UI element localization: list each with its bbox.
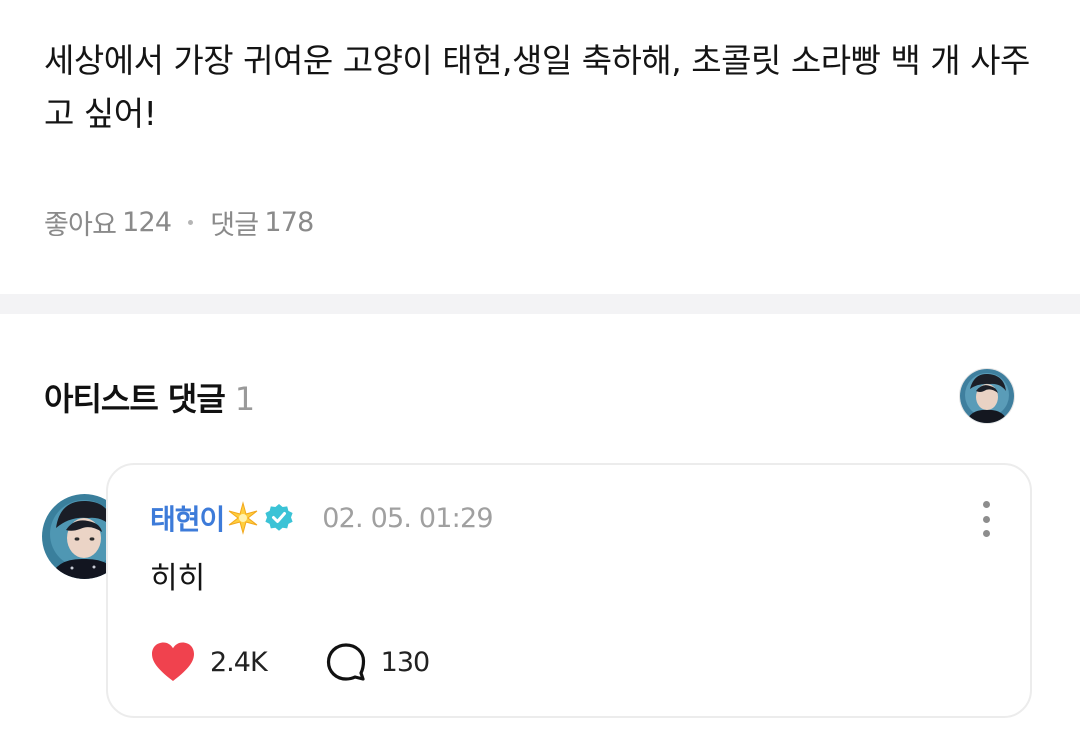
like-count: 2.4K	[210, 646, 268, 678]
like-button[interactable]: 2.4K	[150, 641, 268, 683]
separator-dot	[188, 220, 194, 225]
comment-header: 태현이 02. 05. 01:29	[150, 498, 494, 538]
reply-button[interactable]: 130	[325, 642, 430, 682]
sparkle-star-icon	[228, 501, 258, 535]
artist-comments-heading: 아티스트 댓글 1	[44, 374, 255, 420]
post-text: 세상에서 가장 귀여운 고양이 태현,생일 축하해, 초콜릿 소라빵 백 개 사…	[44, 41, 1030, 133]
more-vertical-icon	[982, 501, 990, 508]
comment-author[interactable]: 태현이	[150, 498, 225, 538]
artist-comment-card: 태현이 02. 05. 01:29 히히 2.4K 130	[106, 463, 1032, 718]
more-dot	[982, 530, 990, 537]
post-stats: 좋아요 124 댓글 178	[44, 203, 314, 242]
heart-icon	[152, 642, 194, 681]
artist-comments-title: 아티스트 댓글	[44, 380, 226, 418]
more-options-button[interactable]	[974, 499, 998, 539]
likes-count[interactable]: 124	[122, 207, 172, 238]
speech-bubble-icon	[326, 643, 365, 681]
comments-count[interactable]: 178	[264, 207, 314, 238]
likes-label[interactable]: 좋아요	[44, 203, 117, 242]
comment-body: 히히	[150, 561, 206, 596]
comments-label[interactable]: 댓글	[210, 203, 259, 242]
artist-comments-count: 1	[234, 380, 255, 418]
artist-avatar-small[interactable]	[959, 368, 1015, 424]
verified-badge-icon	[265, 504, 293, 531]
reply-count: 130	[380, 646, 431, 678]
more-dot	[982, 515, 990, 523]
comment-timestamp: 02. 05. 01:29	[322, 502, 493, 534]
comment-actions: 2.4K 130	[150, 641, 430, 683]
section-divider	[0, 294, 1080, 314]
